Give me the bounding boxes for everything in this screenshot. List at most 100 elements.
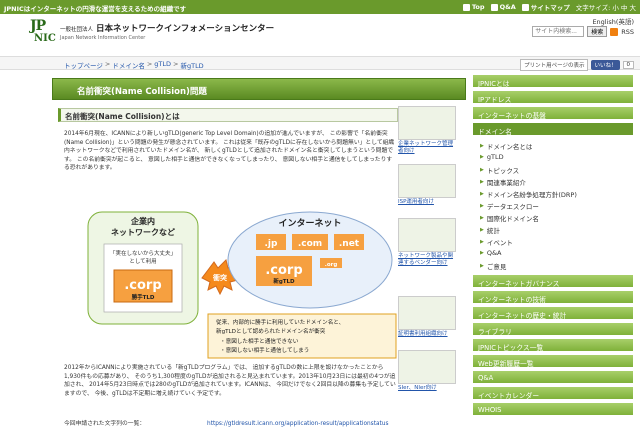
sidebar-item-topics[interactable]: JPNICトピックス一覧 [472, 338, 634, 352]
rss-link[interactable]: RSS [621, 28, 634, 36]
corp-left-label: 勝手TLD [132, 293, 155, 301]
jpnic-logo[interactable]: JP NIC [30, 18, 56, 46]
collision-note-3: ・意図した相手と通信できない [220, 337, 299, 345]
collision-label: 衝突 [212, 273, 227, 282]
corp-right-label: 新gTLD [273, 277, 295, 285]
audience-promos: 企業ネットワーク管理者向け ISP運用者向け ネットワーク製品や関連するベンダー… [398, 106, 462, 426]
corp-left-text: .corp [124, 278, 161, 293]
promo-vendor[interactable]: ネットワーク製品や関連するベンダー向け [398, 218, 456, 267]
tld-org: .org [325, 262, 338, 268]
arrow-icon: ▶ [480, 263, 484, 269]
sidebar-nav: JPNICとは IPアドレス インターネットの基盤 ドメイン名 ▶ ドメイン名とは… [472, 72, 640, 426]
print-page-button[interactable]: プリント用ページの表示 [520, 59, 589, 71]
sidebar-sub-8[interactable]: ▶ イベント [480, 237, 630, 247]
program-paragraph: 2012年からICANNにより実施されている「新gTLDプログラム」では、 追加… [64, 365, 396, 397]
tld-jp: .jp [265, 239, 279, 249]
diagram-svg: 企業内 ネットワークなど 「実在しないから大丈夫」 として利用 .corp 勝手… [87, 211, 397, 359]
page-title: 名前衝突(Name Collision)問題 [77, 87, 207, 97]
breadcrumb-domain[interactable]: ドメイン名 [112, 60, 145, 70]
name-collision-diagram: 企業内 ネットワークなど 「実在しないから大丈夫」 として利用 .corp 勝手… [58, 210, 398, 362]
page-title-bar: 名前衝突(Name Collision)問題 [52, 78, 466, 100]
arrow-icon: ▶ [480, 215, 484, 221]
top-nav: Top Q&A サイトマップ 文字サイズ: 小 中 大 [462, 2, 636, 12]
top-link-home[interactable]: Top [462, 2, 485, 12]
sidebar-sub-2[interactable]: ▶ トピックス [480, 165, 630, 175]
header-tools: English(英語) 検索 RSS [532, 18, 634, 37]
top-link-sitemap[interactable]: サイトマップ [521, 2, 570, 12]
intranet-title-2: ネットワークなど [111, 227, 175, 237]
like-count: 0 [622, 61, 634, 69]
sidebar-item-tech[interactable]: インターネットの技術 [472, 290, 634, 304]
site-tagline: JPNICはインターネットの円滑な運営を支えるための組織です [4, 5, 187, 13]
sidebar-item-ip[interactable]: IPアドレス [472, 90, 634, 104]
vendor-image [398, 218, 456, 252]
arrow-icon: ▶ [480, 191, 484, 197]
sidebar-sub-10[interactable]: ▶ ご意見 [480, 261, 630, 271]
tld-com: .com [298, 239, 322, 249]
sidebar-item-whois[interactable]: WHOIS [472, 402, 634, 416]
site-search-input[interactable] [532, 26, 585, 37]
sidebar-item-about[interactable]: JPNICとは [472, 74, 634, 88]
arrow-icon: ▶ [480, 227, 484, 233]
promo-enterprise[interactable]: 企業ネットワーク管理者向け [398, 106, 456, 155]
sidebar-sub-4[interactable]: ▶ ドメイン名紛争処理方針(DRP) [480, 189, 630, 199]
breadcrumb-new-gtld[interactable]: 新gTLD [180, 60, 203, 70]
sidebar-item-qa[interactable]: Q&A [472, 370, 634, 384]
sidebar-sub-9[interactable]: ▶ Q&A [480, 249, 630, 257]
section-heading: 名前衝突(Name Collision)とは [58, 108, 398, 122]
arrow-icon: ▶ [480, 250, 484, 256]
sidebar-item-history[interactable]: インターネットの歴史・統計 [472, 306, 634, 320]
corp-right-text: .corp [265, 263, 302, 278]
isp-image [398, 164, 456, 198]
application-status-link[interactable]: https://gtldresult.icann.org/application… [207, 421, 388, 427]
page-tools: プリント用ページの表示 いいね！ 0 [520, 59, 634, 71]
sidebar-sub-3[interactable]: ▶ 関連事業紹介 [480, 177, 630, 187]
breadcrumb-bar: トップページ > ドメイン名 > gTLD > 新gTLD プリント用ページの表示 い… [0, 56, 640, 71]
intranet-title-1: 企業内 [130, 216, 155, 226]
sidebar-sub-1[interactable]: ▶ gTLD [480, 153, 630, 161]
arrow-icon: ▶ [480, 167, 484, 173]
sitemap-icon [521, 3, 529, 11]
home-icon [462, 3, 470, 11]
sidebar-item-infra[interactable]: インターネットの基盤 [472, 106, 634, 120]
arrow-icon: ▶ [480, 179, 484, 185]
promo-sier[interactable]: SIer、NIer向け [398, 350, 456, 392]
top-bar: JPNICはインターネットの円滑な運営を支えるための組織です Top Q&A サ… [0, 0, 640, 14]
intranet-note-2: として利用 [129, 257, 156, 265]
cert-user-image [398, 296, 456, 330]
top-link-qa[interactable]: Q&A [490, 2, 516, 12]
breadcrumb-gtld[interactable]: gTLD [154, 60, 171, 70]
sier-image [398, 350, 456, 384]
internet-title: インターネット [278, 217, 341, 229]
breadcrumb-top[interactable]: トップページ [64, 60, 103, 70]
sidebar-sub-0[interactable]: ▶ ドメイン名とは [480, 141, 630, 151]
sidebar-item-events[interactable]: イベントカレンダー [472, 386, 634, 400]
sidebar-item-library[interactable]: ライブラリ [472, 322, 634, 336]
tld-net: .net [339, 239, 360, 249]
promo-cert-user[interactable]: 証明書利用組織向け [398, 296, 456, 338]
sidebar-sub-5[interactable]: ▶ データエスクロー [480, 201, 630, 211]
arrow-icon: ▶ [480, 203, 484, 209]
promo-isp[interactable]: ISP運用者向け [398, 164, 456, 206]
rss-icon[interactable] [610, 27, 619, 36]
collision-note-2: 新gTLDとして認められたドメイン名が衝突 [216, 327, 326, 335]
collision-note-4: ・意図しない相手と通信してしまう [220, 346, 309, 354]
intranet-note-1: 「実在しないから大丈夫」 [110, 249, 176, 257]
intro-paragraph: 2014年6月現在、ICANNにより新しいgTLD(generic Top Le… [64, 131, 395, 172]
sidebar-item-updates[interactable]: Web更新履歴一覧 [472, 354, 634, 368]
arrow-icon: ▶ [480, 239, 484, 245]
arrow-icon: ▶ [480, 143, 484, 149]
breadcrumb: トップページ > ドメイン名 > gTLD > 新gTLD [64, 60, 204, 70]
sidebar-item-domain[interactable]: ドメイン名 [472, 122, 634, 136]
question-icon [490, 3, 498, 11]
enterprise-admin-image [398, 106, 456, 140]
sidebar-sub-7[interactable]: ▶ 統計 [480, 225, 630, 235]
arrow-icon: ▶ [480, 154, 484, 160]
sidebar-sub-6[interactable]: ▶ 国際化ドメイン名 [480, 213, 630, 223]
facebook-like-button[interactable]: いいね！ [591, 60, 620, 70]
english-link[interactable]: English(英語) [592, 16, 634, 26]
collision-note-1: 従来、内部的に勝手に利用していたドメイン名と、 [216, 318, 344, 326]
font-size-switch[interactable]: 文字サイズ: 小 中 大 [576, 2, 636, 12]
search-button[interactable]: 検索 [587, 26, 608, 37]
sidebar-item-governance[interactable]: インターネットガバナンス [472, 274, 634, 288]
